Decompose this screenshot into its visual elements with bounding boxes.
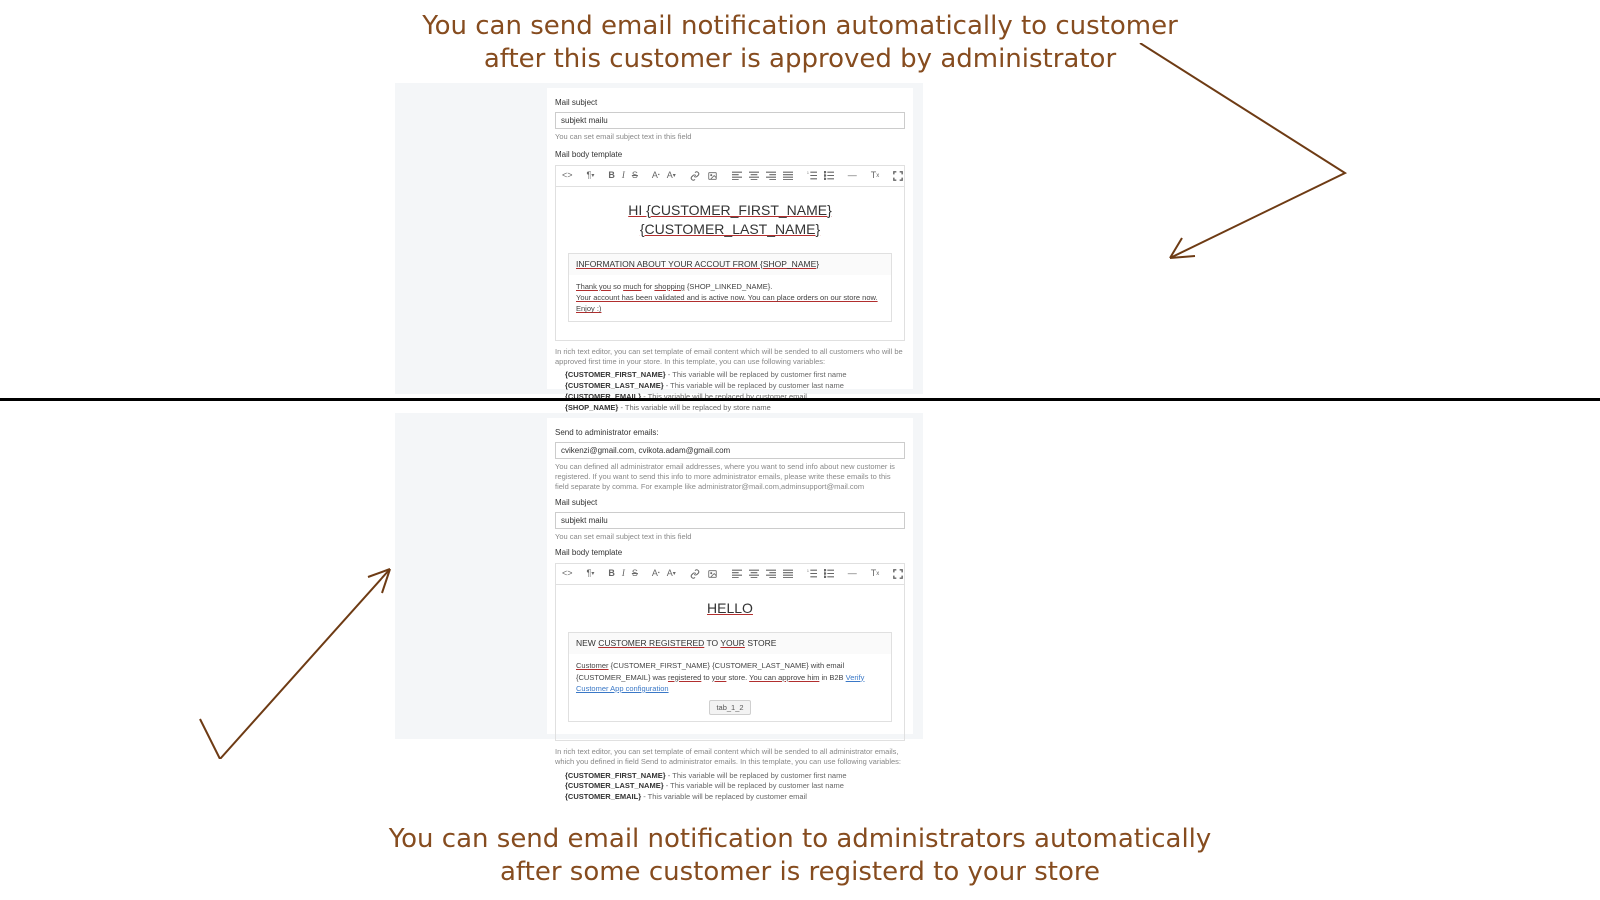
mail-subject-input-2[interactable] — [555, 512, 905, 529]
image-icon[interactable] — [707, 171, 718, 181]
label-mail-body: Mail body template — [555, 150, 905, 161]
strike-icon[interactable]: S — [632, 171, 638, 180]
var-item: {CUSTOMER_FIRST_NAME} - This variable wi… — [565, 370, 905, 381]
hint-subject-2: You can set email subject text in this f… — [555, 532, 905, 542]
list-ordered-icon[interactable]: 1 — [807, 569, 817, 578]
hint-editor-bottom-vars: In rich text editor, you can set templat… — [555, 747, 905, 767]
caption-top: You can send email notification automati… — [0, 10, 1600, 75]
rich-editor-toolbar: <> ¶▾ B I S A▪ A▾ 1 — [555, 165, 905, 187]
code-view-icon[interactable]: <> — [562, 171, 573, 180]
align-left-icon[interactable] — [732, 569, 742, 578]
italic-icon[interactable]: I — [622, 171, 625, 180]
rich-editor-body[interactable]: HI {CUSTOMER_FIRST_NAME} {CUSTOMER_LAST_… — [555, 187, 905, 341]
bold-icon[interactable]: B — [608, 171, 615, 180]
rich-editor-body-2[interactable]: HELLO NEW CUSTOMER REGISTERED TO YOUR ST… — [555, 585, 905, 741]
mail-subject-input[interactable] — [555, 112, 905, 129]
align-justify-icon[interactable] — [783, 171, 793, 180]
chip-tab[interactable]: tab_1_2 — [709, 700, 750, 715]
clear-format-icon[interactable]: Tx — [871, 569, 880, 578]
var-item: {CUSTOMER_EMAIL} - This variable will be… — [565, 792, 905, 803]
fullscreen-icon[interactable] — [893, 171, 903, 181]
font-size-icon[interactable]: A▾ — [667, 569, 676, 578]
image-icon[interactable] — [707, 569, 718, 579]
font-color-icon[interactable]: A▪ — [652, 569, 660, 578]
var-item: {CUSTOMER_FIRST_NAME} - This variable wi… — [565, 771, 905, 782]
email-block-body: Thank you so much for shopping {SHOP_LIN… — [569, 275, 891, 321]
italic-icon[interactable]: I — [622, 569, 625, 578]
screenshot-customer-email: Mail subject You can set email subject t… — [0, 83, 1600, 394]
align-right-icon[interactable] — [766, 171, 776, 180]
email-heading-2: HELLO — [568, 599, 892, 618]
clear-format-icon[interactable]: Tx — [871, 171, 880, 180]
hint-subject: You can set email subject text in this f… — [555, 132, 905, 142]
admin-emails-input[interactable] — [555, 442, 905, 459]
svg-text:1: 1 — [807, 569, 809, 573]
paragraph-style-icon[interactable]: ¶▾ — [587, 569, 595, 578]
label-mail-subject: Mail subject — [555, 98, 905, 109]
link-icon[interactable] — [690, 171, 700, 181]
font-size-icon[interactable]: A▾ — [667, 171, 676, 180]
email-block-title: INFORMATION ABOUT YOUR ACCOUT FROM {SHOP… — [569, 254, 891, 275]
email-block-body-2: Customer {CUSTOMER_FIRST_NAME} {CUSTOMER… — [569, 654, 891, 721]
bold-icon[interactable]: B — [608, 569, 615, 578]
svg-text:1: 1 — [807, 171, 809, 175]
divider — [0, 398, 1600, 401]
var-item: {CUSTOMER_LAST_NAME} - This variable wil… — [565, 381, 905, 392]
caption-bottom: You can send email notification to admin… — [0, 823, 1600, 888]
paragraph-style-icon[interactable]: ¶▾ — [587, 171, 595, 180]
email-heading-line2: {CUSTOMER_LAST_NAME} — [568, 220, 892, 239]
var-list-short: {CUSTOMER_FIRST_NAME} - This variable wi… — [555, 771, 905, 804]
code-view-icon[interactable]: <> — [562, 569, 573, 578]
arrow-bottom-left — [190, 539, 410, 759]
font-color-icon[interactable]: A▪ — [652, 171, 660, 180]
align-right-icon[interactable] — [766, 569, 776, 578]
list-bullet-icon[interactable] — [824, 569, 834, 578]
label-admin-emails: Send to administrator emails: — [555, 428, 905, 439]
list-bullet-icon[interactable] — [824, 171, 834, 180]
var-item: {SHOP_NAME} - This variable will be repl… — [565, 403, 905, 414]
label-mail-body-2: Mail body template — [555, 548, 905, 559]
align-justify-icon[interactable] — [783, 569, 793, 578]
hr-icon[interactable]: — — [848, 569, 857, 578]
hr-icon[interactable]: — — [848, 171, 857, 180]
screenshot-admin-email: Send to administrator emails: You can de… — [0, 413, 1600, 739]
link-icon[interactable] — [690, 569, 700, 579]
rich-editor-toolbar-2: <> ¶▾ B I S A▪ A▾ 1 — [555, 563, 905, 585]
align-center-icon[interactable] — [749, 171, 759, 180]
label-mail-subject-2: Mail subject — [555, 498, 905, 509]
var-item: {CUSTOMER_LAST_NAME} - This variable wil… — [565, 781, 905, 792]
list-ordered-icon[interactable]: 1 — [807, 171, 817, 180]
hint-editor-top-vars: In rich text editor, you can set templat… — [555, 347, 905, 367]
strike-icon[interactable]: S — [632, 569, 638, 578]
hint-admin-emails: You can defined all administrator email … — [555, 462, 905, 492]
email-block-title-2: NEW CUSTOMER REGISTERED TO YOUR STORE — [569, 633, 891, 654]
fullscreen-icon[interactable] — [893, 569, 903, 579]
align-left-icon[interactable] — [732, 171, 742, 180]
email-heading-line1: HI {CUSTOMER_FIRST_NAME} — [568, 201, 892, 220]
arrow-top-right — [1100, 43, 1360, 303]
align-center-icon[interactable] — [749, 569, 759, 578]
